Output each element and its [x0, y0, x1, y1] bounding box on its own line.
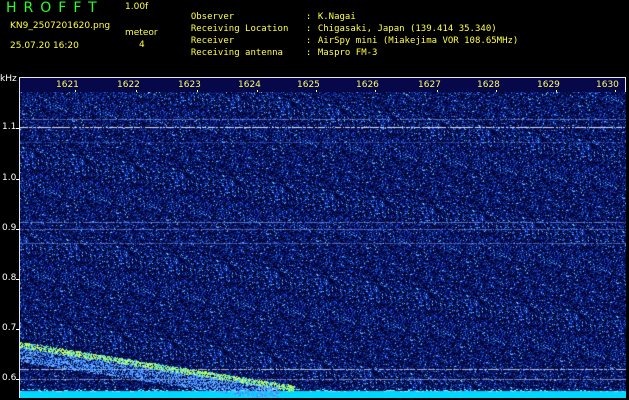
time-tick-label: 1621: [56, 80, 79, 90]
frequency-unit-label: kHz: [0, 74, 17, 84]
filename-label: KN9_2507201620.png: [10, 21, 111, 31]
time-tick-label: 1626: [356, 80, 379, 90]
time-tick-label: 1628: [477, 80, 500, 90]
frequency-tick-label: 0.6: [2, 373, 17, 383]
time-tick-label: 1625: [297, 80, 320, 90]
time-tick-label: 1627: [418, 80, 441, 90]
time-tick-label: 1630: [596, 80, 619, 90]
frequency-tick-label: 0.7: [2, 323, 17, 333]
spectrogram-display[interactable]: [20, 92, 626, 398]
datetime-label: 25.07.20 16:20: [10, 41, 79, 51]
info-value: Maspro FM-3: [317, 48, 378, 58]
info-row-antenna: Receiving antenna: Maspro FM-3: [180, 40, 378, 58]
time-tick-label: 1622: [117, 80, 140, 90]
frequency-tick-label: 1.1: [2, 122, 17, 132]
info-key: Receiving antenna: [190, 48, 283, 58]
time-tick-label: 1623: [178, 80, 201, 90]
frequency-tick-label: 1.0: [2, 173, 17, 183]
version-label: 1.00f: [125, 2, 149, 12]
mode-label: meteor: [125, 28, 158, 38]
frequency-tick-label: 0.8: [2, 273, 17, 283]
time-tick-label: 1624: [238, 80, 261, 90]
frequency-tick-label: 0.9: [2, 223, 17, 233]
info-separator: :: [305, 48, 312, 58]
app-title: HROFFT: [6, 0, 104, 16]
time-tick-label: 1629: [537, 80, 560, 90]
mode-value: 4: [139, 40, 145, 50]
spectrogram-canvas: [20, 92, 626, 398]
